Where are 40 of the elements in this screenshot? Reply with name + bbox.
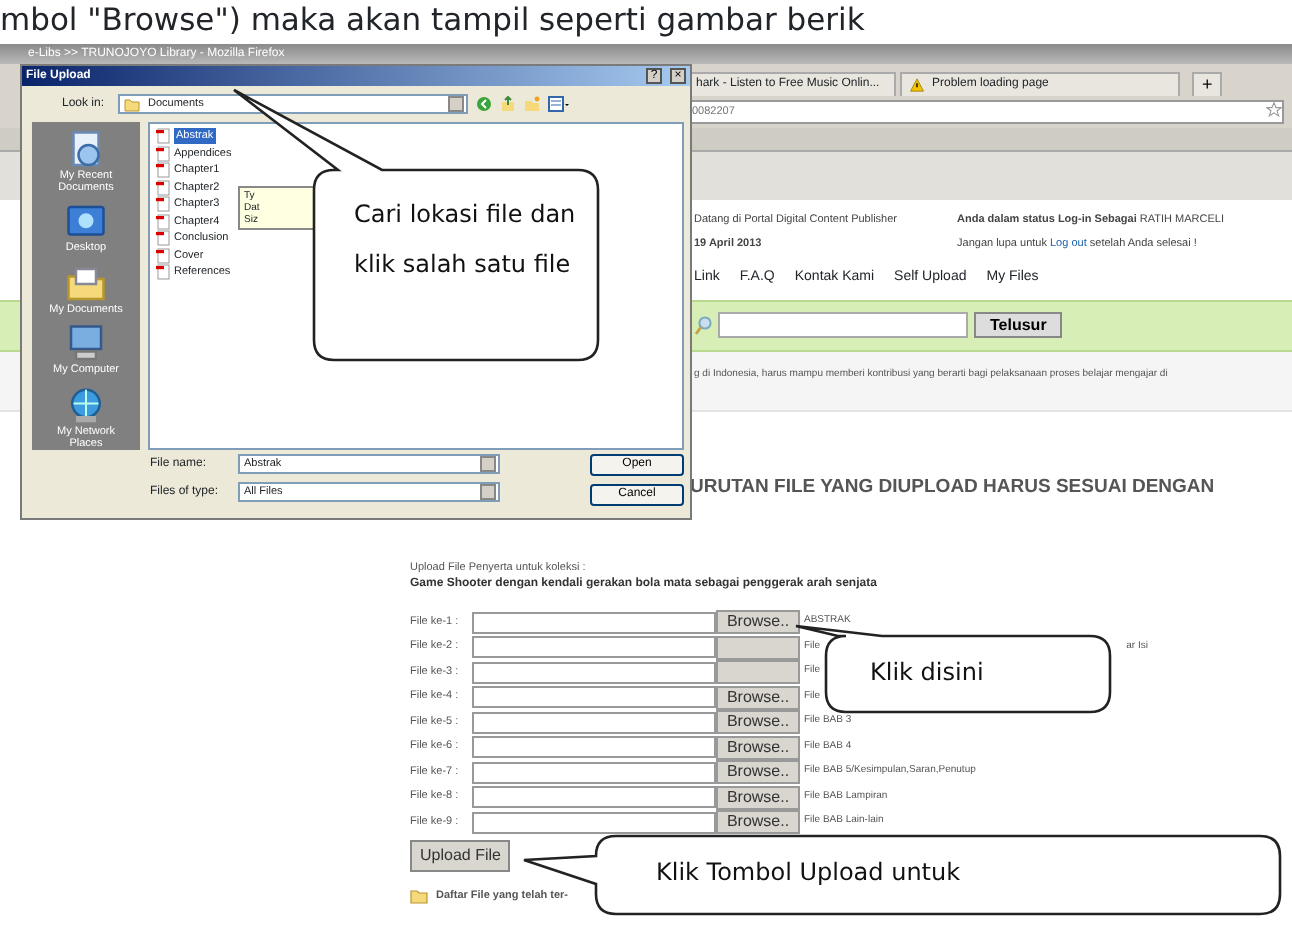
browse-button[interactable]: Browse.. [716, 610, 800, 634]
browse-button[interactable]: Browse.. [716, 735, 800, 759]
file-input-field[interactable] [472, 636, 716, 658]
search-button[interactable]: Telusur [974, 312, 1063, 338]
view-menu-icon[interactable] [548, 96, 570, 112]
star-icon[interactable] [1266, 102, 1282, 118]
computer-icon[interactable] [66, 324, 106, 365]
callout-text: Klik Tombol Upload untuk [656, 856, 963, 890]
browse-button[interactable]: Browse.. [716, 760, 800, 784]
browse-button[interactable] [716, 635, 800, 659]
desktop-icon[interactable] [66, 202, 106, 242]
network-icon[interactable] [66, 386, 106, 427]
page-heading: URUTAN FILE YANG DIUPLOAD HARUS SESUAI DENGAN [690, 475, 1215, 497]
file-input-field[interactable] [472, 711, 716, 733]
file-input-field[interactable] [472, 736, 716, 758]
file-input-field[interactable] [472, 611, 716, 633]
callout-text: Klik disini [870, 656, 986, 690]
back-icon[interactable] [476, 96, 492, 112]
search-icon [694, 315, 712, 335]
documents-folder-icon[interactable] [66, 263, 106, 304]
browse-button[interactable] [716, 660, 800, 684]
document-text: mbol "Browse") maka akan tampil seperti gambar berik [0, 0, 867, 40]
new-folder-icon[interactable] [524, 96, 540, 112]
browse-button[interactable]: Browse.. [716, 710, 800, 734]
file-input-field[interactable] [472, 661, 716, 683]
callout-text: Cari lokasi file dan klik salah satu file [354, 198, 578, 282]
warning-icon [910, 78, 924, 92]
folder-icon [410, 888, 428, 905]
upload-button[interactable]: Upload File [410, 840, 511, 873]
file-input-field[interactable] [472, 761, 716, 783]
file-input-field[interactable] [472, 811, 716, 833]
up-folder-icon[interactable] [500, 96, 516, 112]
recent-documents-icon[interactable] [66, 130, 106, 170]
file-input-field[interactable] [472, 686, 716, 708]
new-tab-button[interactable]: + [1192, 72, 1223, 96]
browse-button[interactable]: Browse.. [716, 685, 800, 709]
browse-button[interactable]: Browse.. [716, 785, 800, 809]
file-input-field[interactable] [472, 786, 716, 808]
browse-button[interactable]: Browse.. [716, 810, 800, 834]
search-field[interactable] [718, 312, 968, 338]
